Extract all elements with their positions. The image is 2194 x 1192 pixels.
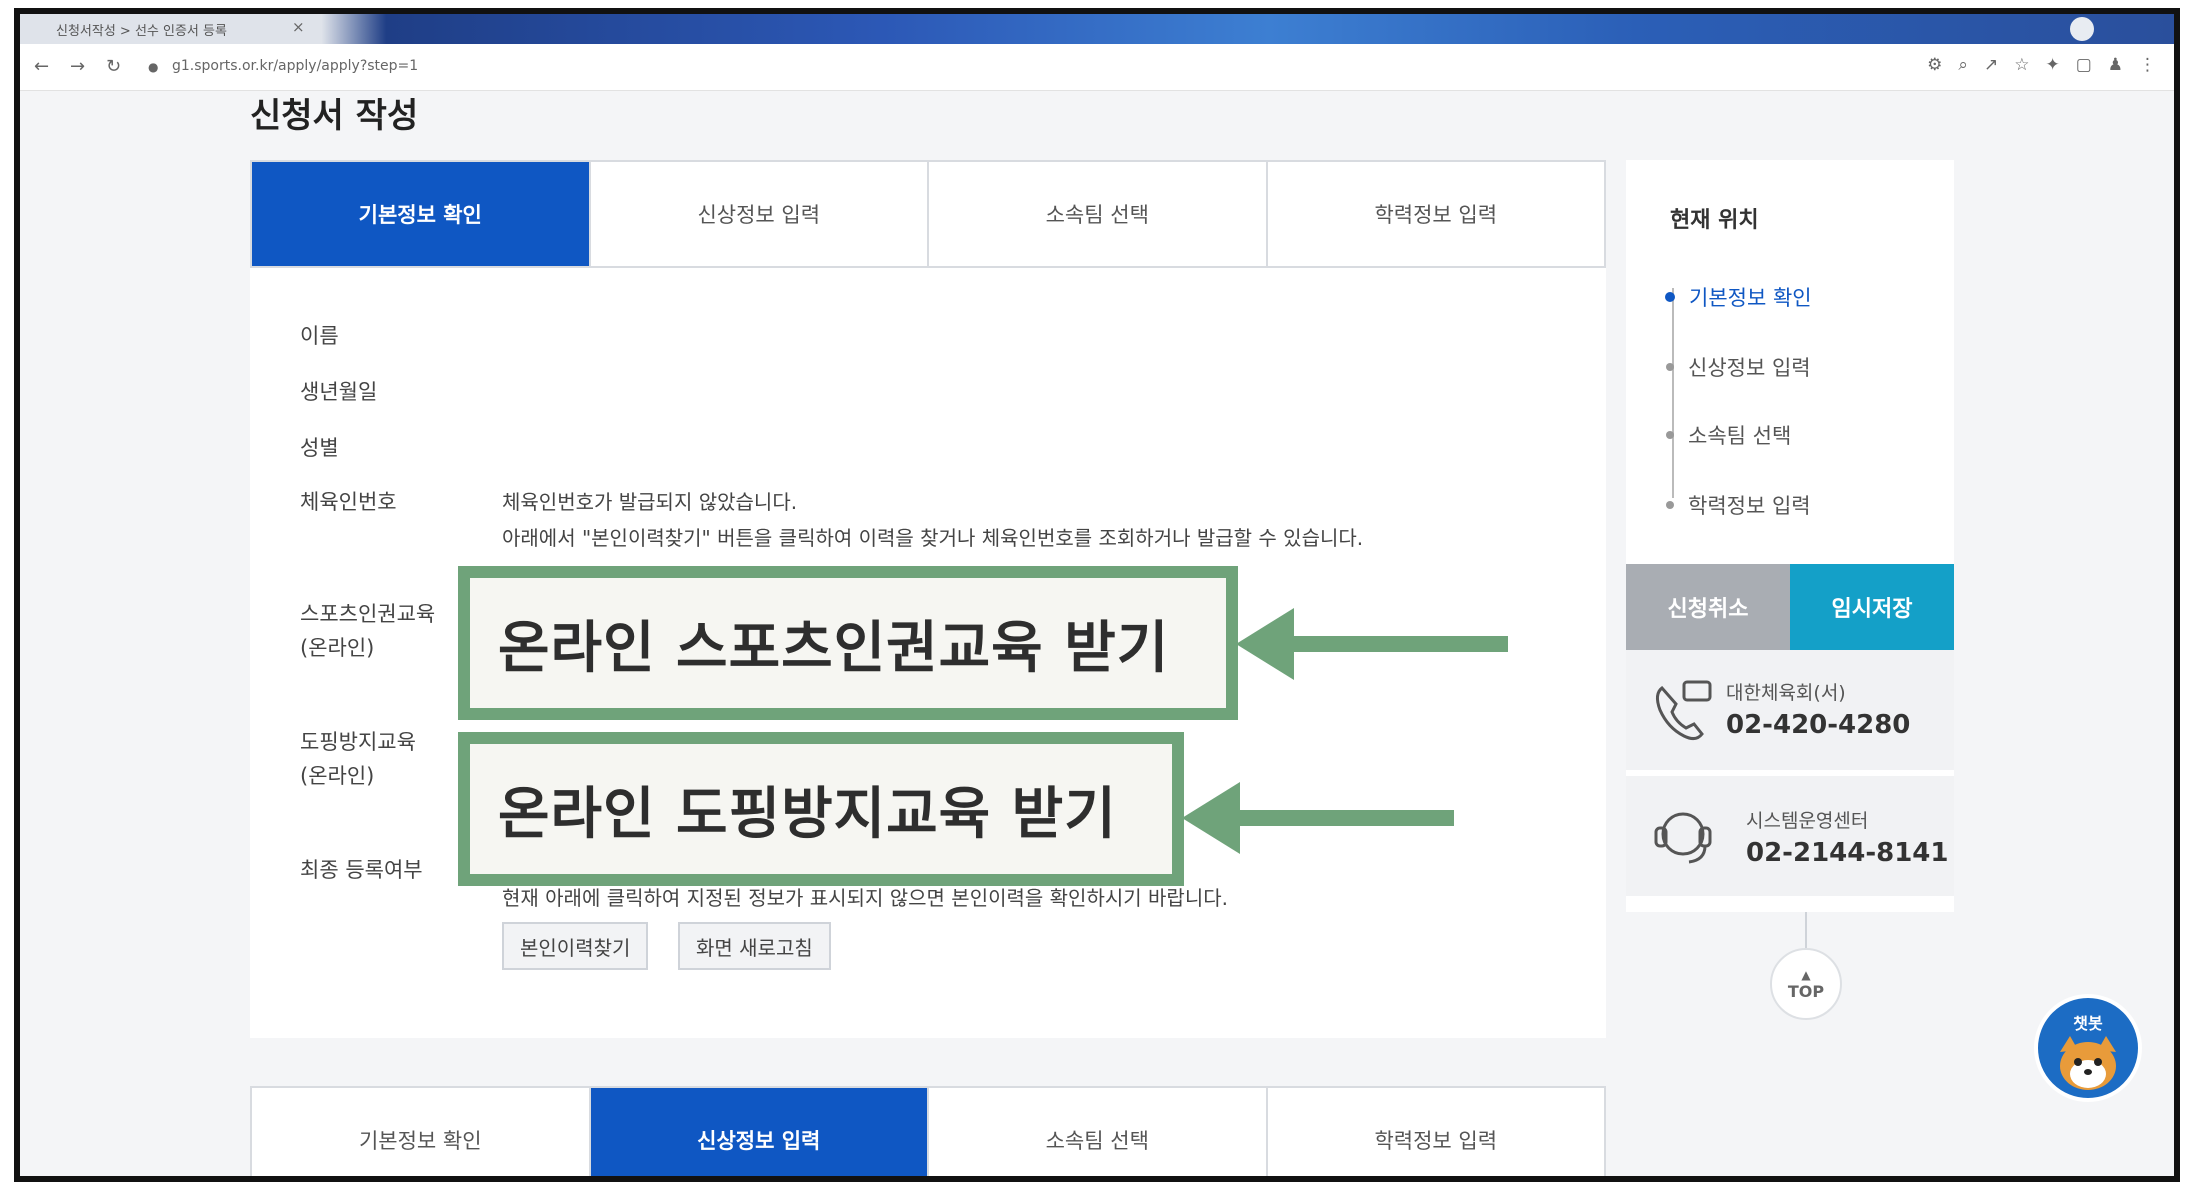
doping-arrow-icon (1182, 782, 1454, 854)
name-label: 이름 (300, 324, 339, 348)
account-icon[interactable]: ♟ (2108, 55, 2123, 75)
profile-avatar-icon[interactable] (2070, 17, 2094, 41)
temporary-save-button[interactable]: 임시저장 (1790, 564, 1954, 650)
birth-label: 생년월일 (300, 380, 378, 404)
top-label: TOP (1787, 981, 1825, 1001)
step-tabs-top: 기본정보 확인 신상정보 입력 소속팀 선택 학력정보 입력 (250, 160, 1606, 268)
reg-no-label: 체육인번호 (300, 490, 397, 514)
step-education-info[interactable]: 학력정보 입력 (1268, 162, 1605, 266)
sports-edu-callout[interactable]: 온라인 스포츠인권교육 받기 (458, 566, 1238, 720)
find-history-button[interactable]: 본인이력찾기 (502, 922, 649, 970)
site-info-icon[interactable]: ● (148, 60, 158, 74)
final-status-label: 최종 등록여부 (300, 858, 423, 882)
step-team-select[interactable]: 소속팀 선택 (929, 1088, 1268, 1176)
address-bar: ← → ↻ ● g1.sports.or.kr/apply/apply?step… (20, 44, 2174, 91)
step-personal-info[interactable]: 신상정보 입력 (590, 1088, 929, 1176)
step-basic-info[interactable]: 기본정보 확인 (252, 162, 591, 266)
timeline-dot-icon (1666, 363, 1674, 371)
scroll-top-button[interactable]: ▲ TOP (1770, 948, 1842, 1020)
translate-icon[interactable]: ⚙ (1927, 55, 1942, 75)
page-title: 신청서 작성 (250, 96, 419, 136)
cancel-application-button[interactable]: 신청취소 (1626, 564, 1790, 650)
bookmark-star-icon[interactable]: ☆ (2014, 55, 2029, 75)
forward-icon[interactable]: → (70, 56, 85, 77)
sidebar: 현재 위치 기본정보 확인 신상정보 입력 소속팀 선택 학력정보 입력 신청취… (1626, 160, 1954, 912)
sidebar-item-team-select[interactable]: 소속팀 선택 (1666, 420, 1791, 450)
extensions-icon[interactable]: ✦ (2045, 55, 2059, 75)
chatbot-label: 챗봇 (2073, 1014, 2103, 1033)
contact-name: 시스템운영센터 (1746, 810, 1869, 832)
contact-name: 대한체육회(서) (1726, 682, 1846, 704)
browser-tab-bar: 신청서작성 > 선수 인증서 등록 × (20, 14, 2174, 44)
top-button-connector (1805, 912, 1807, 948)
timeline-dot-icon (1665, 292, 1675, 302)
zoom-icon[interactable]: ⌕ (1958, 55, 1968, 75)
reload-icon[interactable]: ↻ (106, 56, 121, 77)
sidebar-item-label: 소속팀 선택 (1688, 424, 1792, 448)
sidebar-item-basic-info[interactable]: 기본정보 확인 (1665, 282, 1812, 312)
reg-no-note-1: 체육인번호가 발급되지 않았습니다. (502, 490, 798, 514)
doping-edu-sublabel: (온라인) (300, 764, 375, 788)
contact-phone[interactable]: 02-420-4280 (1726, 710, 1910, 740)
back-icon[interactable]: ← (34, 56, 49, 77)
headset-icon (1654, 812, 1712, 864)
gender-label: 성별 (300, 436, 339, 460)
step-personal-info[interactable]: 신상정보 입력 (591, 162, 929, 266)
screenshot-frame: 신청서작성 > 선수 인증서 등록 × ← → ↻ ● g1.sports.or… (14, 8, 2180, 1182)
sports-edu-label: 스포츠인권교육 (300, 602, 436, 626)
sidepanel-icon[interactable]: ▢ (2076, 55, 2092, 75)
contact-phone[interactable]: 02-2144-8141 (1746, 838, 1949, 868)
chatbot-button[interactable]: 챗봇 (2034, 994, 2142, 1102)
sidebar-item-label: 신상정보 입력 (1688, 356, 1811, 380)
browser-tab-title[interactable]: 신청서작성 > 선수 인증서 등록 (56, 20, 227, 39)
doping-edu-callout-text: 온라인 도핑방지교육 받기 (470, 744, 1172, 874)
sports-edu-sublabel: (온라인) (300, 636, 375, 660)
mascot-icon (2060, 1036, 2116, 1090)
sports-edu-callout-text: 온라인 스포츠인권교육 받기 (470, 578, 1226, 708)
share-icon[interactable]: ↗ (1984, 55, 1998, 75)
reg-no-note-2: 아래에서 "본인이력찾기" 버튼을 클릭하여 이력을 찾거나 체육인번호를 조회… (502, 526, 1364, 550)
sidebar-item-education-info[interactable]: 학력정보 입력 (1666, 490, 1811, 520)
sidebar-item-label: 기본정보 확인 (1689, 286, 1812, 310)
browser-toolbar-icons: ⚙ ⌕ ↗ ☆ ✦ ▢ ♟ ⋮ (1927, 55, 2156, 75)
timeline-dot-icon (1666, 501, 1674, 509)
contact-kso: 대한체육회(서) 02-420-4280 (1626, 650, 1954, 770)
step-basic-info[interactable]: 기본정보 확인 (252, 1088, 591, 1176)
sidebar-item-personal-info[interactable]: 신상정보 입력 (1666, 352, 1811, 382)
menu-icon[interactable]: ⋮ (2139, 55, 2156, 75)
step-team-select[interactable]: 소속팀 선택 (929, 162, 1268, 266)
doping-edu-label: 도핑방지교육 (300, 730, 416, 754)
step-education-info[interactable]: 학력정보 입력 (1268, 1088, 1605, 1176)
tab-close-icon[interactable]: × (292, 18, 305, 36)
phone-icon (1655, 680, 1712, 741)
doping-edu-callout[interactable]: 온라인 도핑방지교육 받기 (458, 732, 1184, 886)
arrow-up-icon: ▲ (1801, 967, 1811, 982)
sidebar-title: 현재 위치 (1670, 208, 1759, 233)
contact-system-center: 시스템운영센터 02-2144-8141 (1626, 776, 1954, 896)
step-tabs-bottom: 기본정보 확인 신상정보 입력 소속팀 선택 학력정보 입력 (250, 1086, 1606, 1176)
sidebar-timeline (1672, 288, 1674, 498)
sidebar-item-label: 학력정보 입력 (1688, 494, 1811, 518)
refresh-screen-button[interactable]: 화면 새로고침 (678, 922, 831, 970)
url-input[interactable]: g1.sports.or.kr/apply/apply?step=1 (172, 58, 418, 74)
sports-arrow-icon (1236, 608, 1508, 680)
timeline-dot-icon (1666, 431, 1674, 439)
